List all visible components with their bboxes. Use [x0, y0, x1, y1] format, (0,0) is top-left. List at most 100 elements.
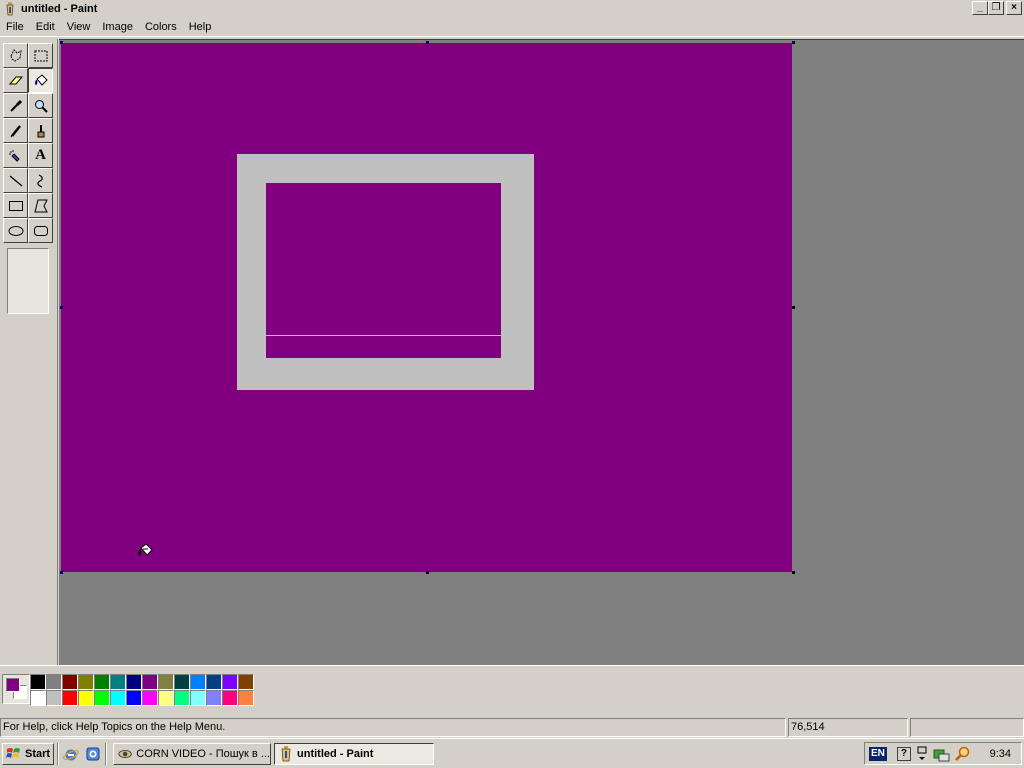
- tray-clock[interactable]: 9:34: [990, 748, 1011, 760]
- resize-handle-top-right: [792, 41, 795, 44]
- airbrush-icon: [8, 149, 20, 162]
- close-icon: ×: [1011, 2, 1017, 13]
- close-button[interactable]: ×: [1006, 1, 1022, 15]
- brush-tool[interactable]: [28, 118, 53, 143]
- menu-image[interactable]: Image: [96, 18, 139, 37]
- help-tray-button[interactable]: ?: [896, 746, 911, 761]
- ie-launch-button[interactable]: [62, 745, 80, 763]
- color-swatch[interactable]: [206, 690, 222, 706]
- minimize-button[interactable]: _: [972, 1, 988, 15]
- color-swatch[interactable]: [190, 674, 206, 690]
- text-tool[interactable]: A: [28, 143, 53, 168]
- free-form-select-tool[interactable]: [3, 43, 28, 68]
- rectangle-select-icon: [34, 50, 47, 61]
- magnifier-tool[interactable]: [28, 93, 53, 118]
- curve-tool[interactable]: [28, 168, 53, 193]
- restore-button[interactable]: ❐: [988, 1, 1004, 15]
- minimize-icon: _: [977, 2, 983, 13]
- pencil-tool[interactable]: [3, 118, 28, 143]
- horizontal-gray-line: [266, 335, 501, 336]
- color-swatch[interactable]: [78, 674, 94, 690]
- start-button[interactable]: Start: [2, 742, 54, 765]
- resize-handle-right[interactable]: [792, 306, 795, 309]
- restore-icon: ❐: [991, 2, 1001, 13]
- color-swatch[interactable]: [94, 674, 110, 690]
- window-controls: _ ❐ ×: [972, 1, 1022, 15]
- purple-inner-rectangle: [266, 183, 501, 358]
- resize-handle-top: [426, 41, 429, 44]
- task-paint[interactable]: untitled - Paint: [274, 742, 434, 765]
- paint-icon: [281, 745, 291, 761]
- color-swatch[interactable]: [238, 674, 254, 690]
- paint-icon: [3, 2, 17, 16]
- menu-edit[interactable]: Edit: [30, 18, 61, 37]
- line-tool[interactable]: [3, 168, 28, 193]
- polygon-tool[interactable]: [28, 193, 53, 218]
- color-swatch[interactable]: [174, 674, 190, 690]
- color-swatch[interactable]: [30, 690, 46, 706]
- desktop-launch-button[interactable]: [84, 745, 102, 763]
- color-swatch[interactable]: [174, 690, 190, 706]
- browser-launch-icon: [86, 747, 100, 760]
- title-bar[interactable]: untitled - Paint _ ❐ ×: [0, 0, 1024, 18]
- select-tool[interactable]: [28, 43, 53, 68]
- rounded-rectangle-tool[interactable]: [28, 218, 53, 243]
- color-swatch[interactable]: [110, 674, 126, 690]
- menu-view[interactable]: View: [61, 18, 97, 37]
- task-corn-video[interactable]: CORN VIDEO - Пошук в ...: [113, 742, 271, 765]
- gray-frame-shape: [237, 154, 534, 390]
- status-selection-size: [910, 718, 1024, 737]
- eraser-icon: [8, 76, 23, 84]
- color-swatch[interactable]: [238, 690, 254, 706]
- rectangle-tool[interactable]: [3, 193, 28, 218]
- help-icon: ?: [900, 748, 907, 759]
- color-swatch[interactable]: [158, 674, 174, 690]
- menu-file[interactable]: File: [0, 18, 30, 37]
- tool-options-box[interactable]: [7, 248, 49, 314]
- color-swatch[interactable]: [110, 690, 126, 706]
- color-swatch[interactable]: [126, 674, 142, 690]
- color-swatch[interactable]: [190, 690, 206, 706]
- search-magnifier-icon[interactable]: [955, 746, 971, 762]
- language-indicator[interactable]: EN: [869, 746, 887, 761]
- color-swatch[interactable]: [126, 690, 142, 706]
- internet-explorer-icon: [63, 749, 79, 760]
- tools-grid: A: [3, 43, 53, 243]
- menu-colors[interactable]: Colors: [139, 18, 183, 37]
- color-swatch[interactable]: [222, 690, 238, 706]
- status-help-text: For Help, click Help Topics on the Help …: [0, 718, 786, 737]
- color-swatch[interactable]: [46, 690, 62, 706]
- color-swatch[interactable]: [62, 674, 78, 690]
- network-icon[interactable]: [933, 746, 951, 762]
- menu-help[interactable]: Help: [183, 18, 218, 37]
- color-swatch[interactable]: [62, 690, 78, 706]
- color-swatch[interactable]: [206, 674, 222, 690]
- resize-handle-bottom[interactable]: [426, 571, 429, 574]
- quick-launch: [62, 745, 102, 763]
- start-label: Start: [25, 747, 51, 760]
- eraser-tool[interactable]: [3, 68, 28, 93]
- color-swatch[interactable]: [222, 674, 238, 690]
- airbrush-tool[interactable]: [3, 143, 28, 168]
- color-swatch[interactable]: [78, 690, 94, 706]
- color-palette: [0, 665, 1024, 715]
- color-swatch[interactable]: [158, 690, 174, 706]
- resize-handle-top-left: [60, 41, 63, 44]
- status-bar: For Help, click Help Topics on the Help …: [0, 717, 1024, 738]
- color-swatch[interactable]: [142, 690, 158, 706]
- resize-handle-bottom-right[interactable]: [792, 571, 795, 574]
- color-swatch[interactable]: [142, 674, 158, 690]
- tray-windows-icon[interactable]: [915, 746, 929, 762]
- color-swatch[interactable]: [94, 690, 110, 706]
- tasks-separator: [105, 742, 107, 765]
- drawing-work-area[interactable]: [59, 39, 1024, 665]
- windows-logo-icon: [6, 747, 20, 758]
- color-swatch[interactable]: [30, 674, 46, 690]
- fill-with-color-tool[interactable]: [28, 68, 53, 93]
- line-icon: [9, 175, 22, 186]
- system-tray: EN ? 9:34: [864, 742, 1022, 765]
- ellipse-tool[interactable]: [3, 218, 28, 243]
- drawing-canvas[interactable]: [61, 43, 792, 572]
- color-swatch[interactable]: [46, 674, 62, 690]
- pick-color-tool[interactable]: [3, 93, 28, 118]
